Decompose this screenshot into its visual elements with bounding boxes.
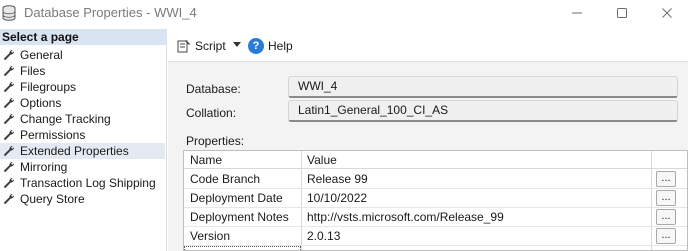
content-panel: Script ? Help Database: WWI_4 Collation:… (168, 29, 688, 251)
sidebar-item-files[interactable]: Files (0, 63, 165, 79)
column-header-name[interactable]: Name (190, 153, 222, 167)
property-name-cell[interactable]: Deployment Date (190, 191, 283, 205)
sidebar-item-label: Change Tracking (20, 112, 111, 126)
script-button-label: Script (195, 39, 226, 53)
close-icon (662, 8, 672, 18)
database-field: WWI_4 (288, 76, 678, 98)
wrench-icon (4, 66, 14, 76)
page-selector-panel: Select a page General Files Filegroups Opti… (0, 29, 167, 251)
script-icon (177, 40, 190, 53)
sidebar-item-change-tracking[interactable]: Change Tracking (0, 111, 165, 127)
edit-value-button[interactable]: ... (656, 228, 676, 244)
wrench-icon (4, 178, 14, 188)
property-name-cell[interactable]: Version (190, 229, 230, 243)
property-value-cell[interactable]: Release 99 (307, 172, 368, 186)
edit-value-button[interactable]: ... (656, 190, 676, 206)
sidebar-item-options[interactable]: Options (0, 95, 165, 111)
wrench-icon (4, 98, 14, 108)
script-button[interactable]: Script (177, 38, 226, 54)
toolbar: Script ? Help (168, 29, 688, 62)
sidebar-item-label: Files (20, 64, 46, 78)
sidebar-item-transaction-log-shipping[interactable]: Transaction Log Shipping (0, 175, 165, 191)
collation-field: Latin1_General_100_CI_AS (288, 100, 678, 122)
wrench-icon (4, 194, 14, 204)
maximize-icon (617, 8, 627, 18)
sidebar-item-query-store[interactable]: Query Store (0, 191, 165, 207)
property-value-cell[interactable]: 10/10/2022 (307, 191, 367, 205)
column-header-value[interactable]: Value (307, 153, 337, 167)
wrench-icon (4, 146, 14, 156)
title-bar: Database Properties - WWI_4 (0, 0, 688, 26)
help-button-label: Help (268, 39, 293, 53)
wrench-icon (4, 162, 14, 172)
property-value-cell[interactable]: http://vsts.microsoft.com/Release_99 (307, 210, 504, 224)
help-button[interactable]: ? Help (248, 37, 293, 55)
wrench-icon (4, 50, 14, 60)
edit-value-button[interactable]: ... (656, 209, 676, 225)
collation-label: Collation: (186, 106, 237, 120)
help-icon: ? (248, 38, 264, 54)
minimize-icon (572, 12, 582, 14)
sidebar-item-general[interactable]: General (0, 47, 165, 63)
sidebar-item-label: Extended Properties (20, 144, 129, 158)
maximize-button[interactable] (613, 4, 631, 22)
sidebar-item-label: General (20, 48, 63, 62)
edit-value-button[interactable]: ... (656, 171, 676, 187)
grid-header: Name Value (184, 151, 687, 169)
database-icon (2, 5, 16, 21)
wrench-icon (4, 82, 14, 92)
table-row[interactable]: Deployment Date 10/10/2022... (184, 189, 687, 208)
close-button[interactable] (658, 4, 676, 22)
sidebar-item-label: Filegroups (20, 80, 77, 94)
minimize-button[interactable] (568, 4, 586, 22)
sidebar-item-filegroups[interactable]: Filegroups (0, 79, 165, 95)
table-row[interactable]: Version 2.0.13... (184, 227, 687, 246)
sidebar-item-label: Options (20, 96, 62, 110)
wrench-icon (4, 114, 14, 124)
sidebar-item-permissions[interactable]: Permissions (0, 127, 165, 143)
new-row-cell[interactable] (184, 246, 301, 250)
chevron-down-icon[interactable] (233, 42, 241, 48)
table-row[interactable]: Code Branch Release 99... (184, 170, 687, 189)
database-label: Database: (186, 82, 241, 96)
properties-grid: Name Value Code Branch Release 99... Deplo… (183, 150, 688, 251)
sidebar-item-mirroring[interactable]: Mirroring (0, 159, 165, 175)
property-value-cell[interactable]: 2.0.13 (307, 229, 340, 243)
property-name-cell[interactable]: Code Branch (190, 172, 260, 186)
wrench-icon (4, 130, 14, 140)
sidebar-item-extended-properties[interactable]: Extended Properties (0, 143, 165, 159)
sidebar-item-label: Mirroring (20, 160, 68, 174)
sidebar-item-label: Transaction Log Shipping (20, 176, 156, 190)
properties-label: Properties: (186, 134, 245, 148)
property-name-cell[interactable]: Deployment Notes (190, 210, 289, 224)
page-selector-header: Select a page (0, 29, 167, 45)
sidebar-item-label: Permissions (20, 128, 86, 142)
sidebar-item-label: Query Store (20, 192, 85, 206)
window-title: Database Properties - WWI_4 (24, 5, 197, 20)
table-row[interactable]: Deployment Notes http://vsts.microsoft.co… (184, 208, 687, 227)
